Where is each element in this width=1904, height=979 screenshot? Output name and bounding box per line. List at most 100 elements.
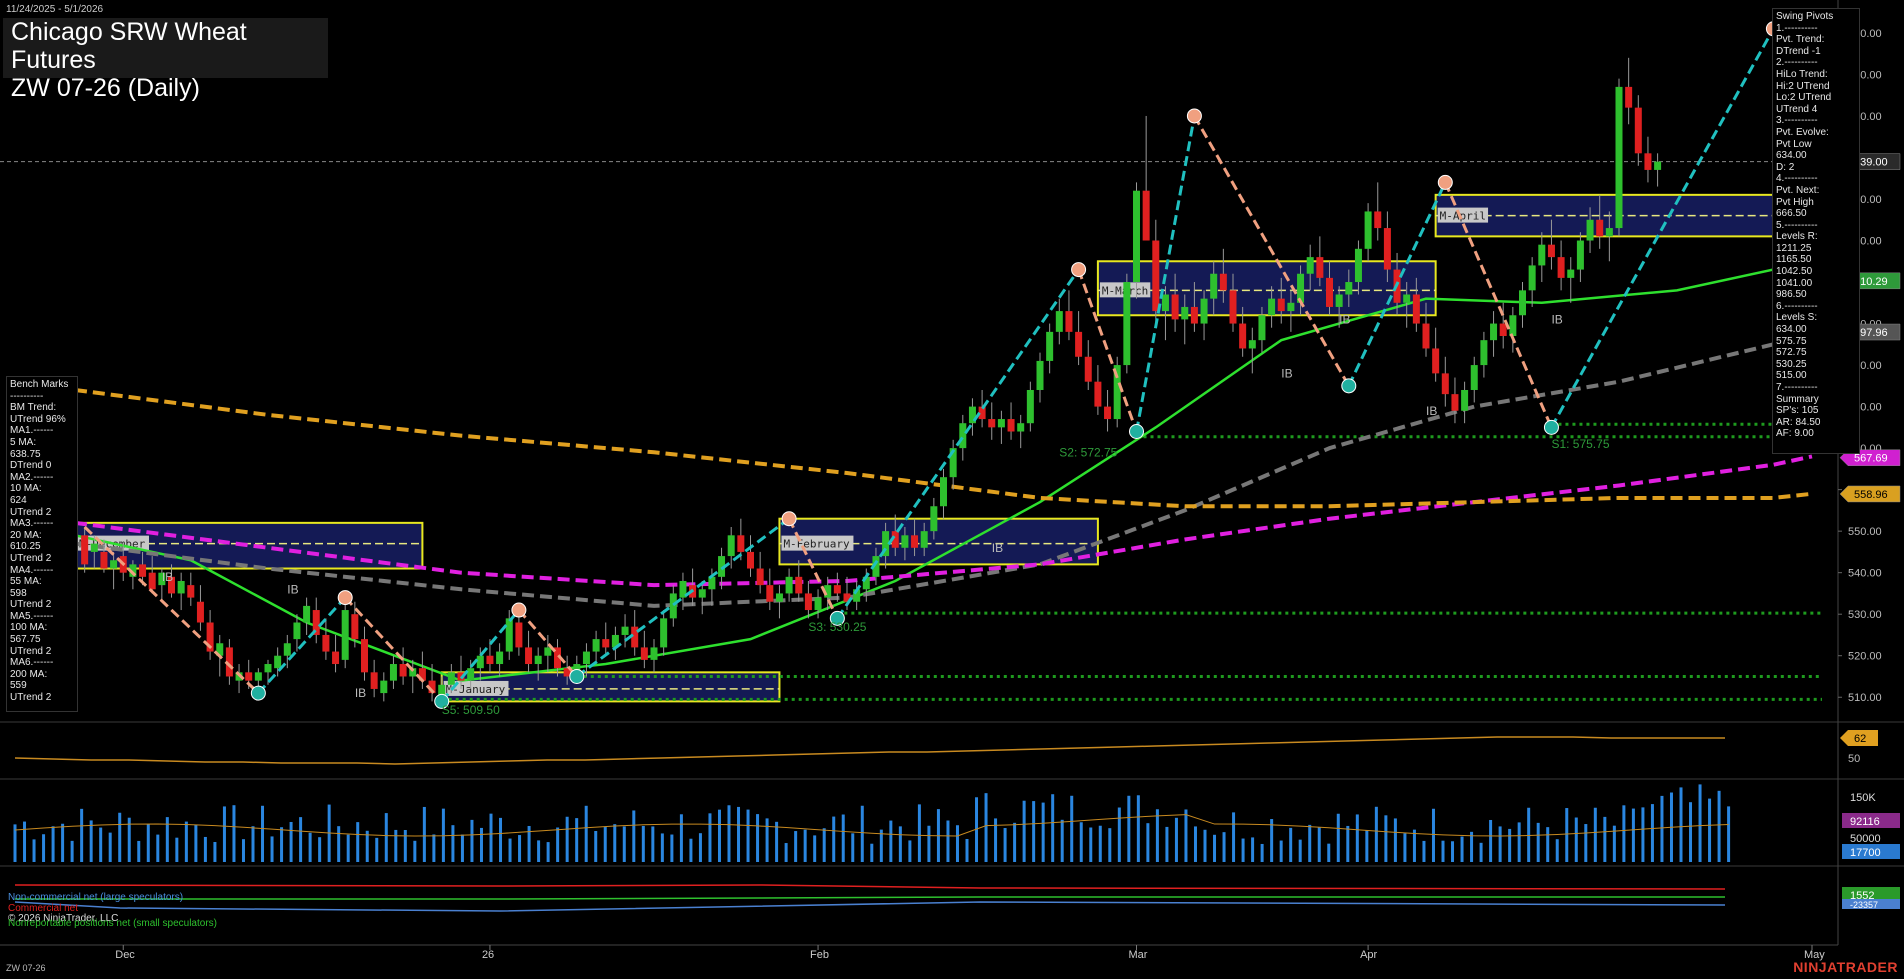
volume-bar — [1013, 822, 1017, 862]
volume-bar — [1422, 840, 1426, 862]
chart-annotation: IB — [355, 686, 366, 700]
volume-bar — [1203, 829, 1207, 862]
volume-bar — [1508, 828, 1512, 862]
candle-body — [1441, 373, 1449, 395]
volume-bar — [1717, 790, 1721, 862]
bench-marks-line: UTrend 2 — [10, 645, 52, 657]
volume-bar — [1489, 819, 1493, 862]
candle-body — [1586, 219, 1594, 241]
bench-marks-line: 10 MA: — [10, 483, 42, 495]
swing-pivots-line: 1042.50 — [1776, 266, 1813, 278]
volume-bar — [1336, 813, 1340, 862]
swing-pivots-line: Pvt. Evolve: — [1776, 126, 1829, 138]
oscillator-axis-label: 50 — [1848, 753, 1860, 765]
volume-bar — [584, 805, 588, 862]
candle-body — [1181, 306, 1189, 320]
volume-bar — [660, 833, 664, 862]
ninjatrader-logo: NINJATRADER — [1793, 959, 1898, 975]
volume-bar — [280, 827, 284, 862]
volume-bar — [1270, 819, 1274, 862]
candle-body — [1547, 244, 1555, 258]
candle-body — [1654, 161, 1662, 170]
chart-title: Chicago SRW Wheat Futures — [11, 18, 247, 74]
volume-bar — [908, 840, 912, 862]
volume-bar — [137, 840, 141, 862]
volume-bar — [1555, 839, 1559, 862]
candle-body — [525, 647, 533, 665]
volume-bar — [1631, 808, 1635, 862]
candle-body — [1007, 419, 1015, 432]
volume-bar — [1327, 843, 1331, 862]
y-tick-label: 520.00 — [1848, 651, 1882, 663]
swing-pivots-line: DTrend -1 — [1776, 45, 1821, 57]
swing-up-leg — [257, 596, 347, 695]
candle-body — [254, 672, 262, 681]
candle-body — [1374, 211, 1382, 229]
volume-bar — [832, 816, 836, 862]
candle-body — [737, 535, 745, 552]
candle-body — [621, 626, 629, 635]
candle-body — [1422, 323, 1430, 349]
volume-bar — [118, 812, 122, 862]
volume-bar — [1574, 817, 1578, 862]
candle-body — [1297, 273, 1305, 303]
volume-bar — [1641, 807, 1645, 862]
volume-bar — [99, 827, 103, 862]
volume-bar — [917, 804, 921, 862]
bench-marks-line: MA4.------ — [10, 564, 54, 576]
volume-bar — [108, 832, 112, 862]
volume-bar — [803, 829, 807, 862]
volume-bar — [146, 824, 150, 862]
volume-bar — [451, 825, 455, 862]
volume-bar — [1470, 831, 1474, 862]
volume-bar — [289, 821, 293, 862]
volume-bar — [670, 834, 674, 862]
candle-body — [1084, 356, 1092, 382]
volume-bar — [1155, 809, 1159, 862]
volume-bar — [70, 840, 74, 862]
volume-bar — [1041, 802, 1045, 862]
candle-body — [804, 593, 812, 611]
volume-bar — [1298, 839, 1302, 862]
candle-body — [283, 643, 291, 656]
volume-bar — [746, 809, 750, 862]
candle-body — [1519, 290, 1526, 316]
volume-bar — [23, 821, 27, 862]
swing-pivots-line: 4.---------- — [1776, 173, 1818, 185]
bench-marks-panel: Bench Marks ---------- BM Trend: UTrend 96%… — [6, 376, 78, 712]
candle-body — [274, 655, 282, 669]
volume-bar — [813, 835, 817, 862]
chart-annotation: IB — [1281, 367, 1292, 381]
candle-body — [698, 589, 706, 598]
chart-annotation: S2: 572.75 — [1059, 445, 1117, 459]
swing-pivots-line: 634.00 — [1776, 150, 1807, 162]
bench-marks-line: 567.75 — [10, 634, 41, 646]
candle-body — [486, 655, 494, 665]
candle-body — [1538, 244, 1546, 266]
volume-bar — [1479, 842, 1483, 862]
volume-bar — [61, 823, 65, 862]
candle-body — [322, 634, 330, 652]
candle-body — [1239, 323, 1247, 349]
volume-bar — [651, 826, 655, 862]
volume-bar — [1708, 798, 1712, 862]
candle-body — [1219, 273, 1227, 291]
volume-bar — [622, 826, 626, 862]
candle-body — [351, 614, 359, 640]
y-tick-label: 550.00 — [1848, 526, 1882, 538]
swing-pivots-line: Levels S: — [1776, 312, 1818, 324]
volume-bar — [898, 826, 902, 862]
candle-body — [380, 680, 388, 694]
chart-canvas[interactable]: M-DecemberM-JanuaryM-FebruaryM-MarchM-Ap… — [0, 0, 1904, 979]
cot-tag-label: -23357 — [1850, 900, 1878, 910]
oscillator-panel: 62 50 — [14, 730, 1878, 765]
bench-marks-line: UTrend 2 — [10, 599, 52, 611]
candle-body — [1268, 298, 1276, 316]
price-plot: M-DecemberM-JanuaryM-FebruaryM-MarchM-Ap… — [0, 5, 1842, 717]
candle-body — [1625, 86, 1633, 108]
chart-annotation: IB — [162, 570, 173, 584]
swing-pivot-marker — [781, 511, 797, 527]
volume-bar — [1032, 801, 1036, 862]
volume-tag-label: 150K — [1850, 792, 1876, 804]
candle-body — [1480, 340, 1488, 366]
